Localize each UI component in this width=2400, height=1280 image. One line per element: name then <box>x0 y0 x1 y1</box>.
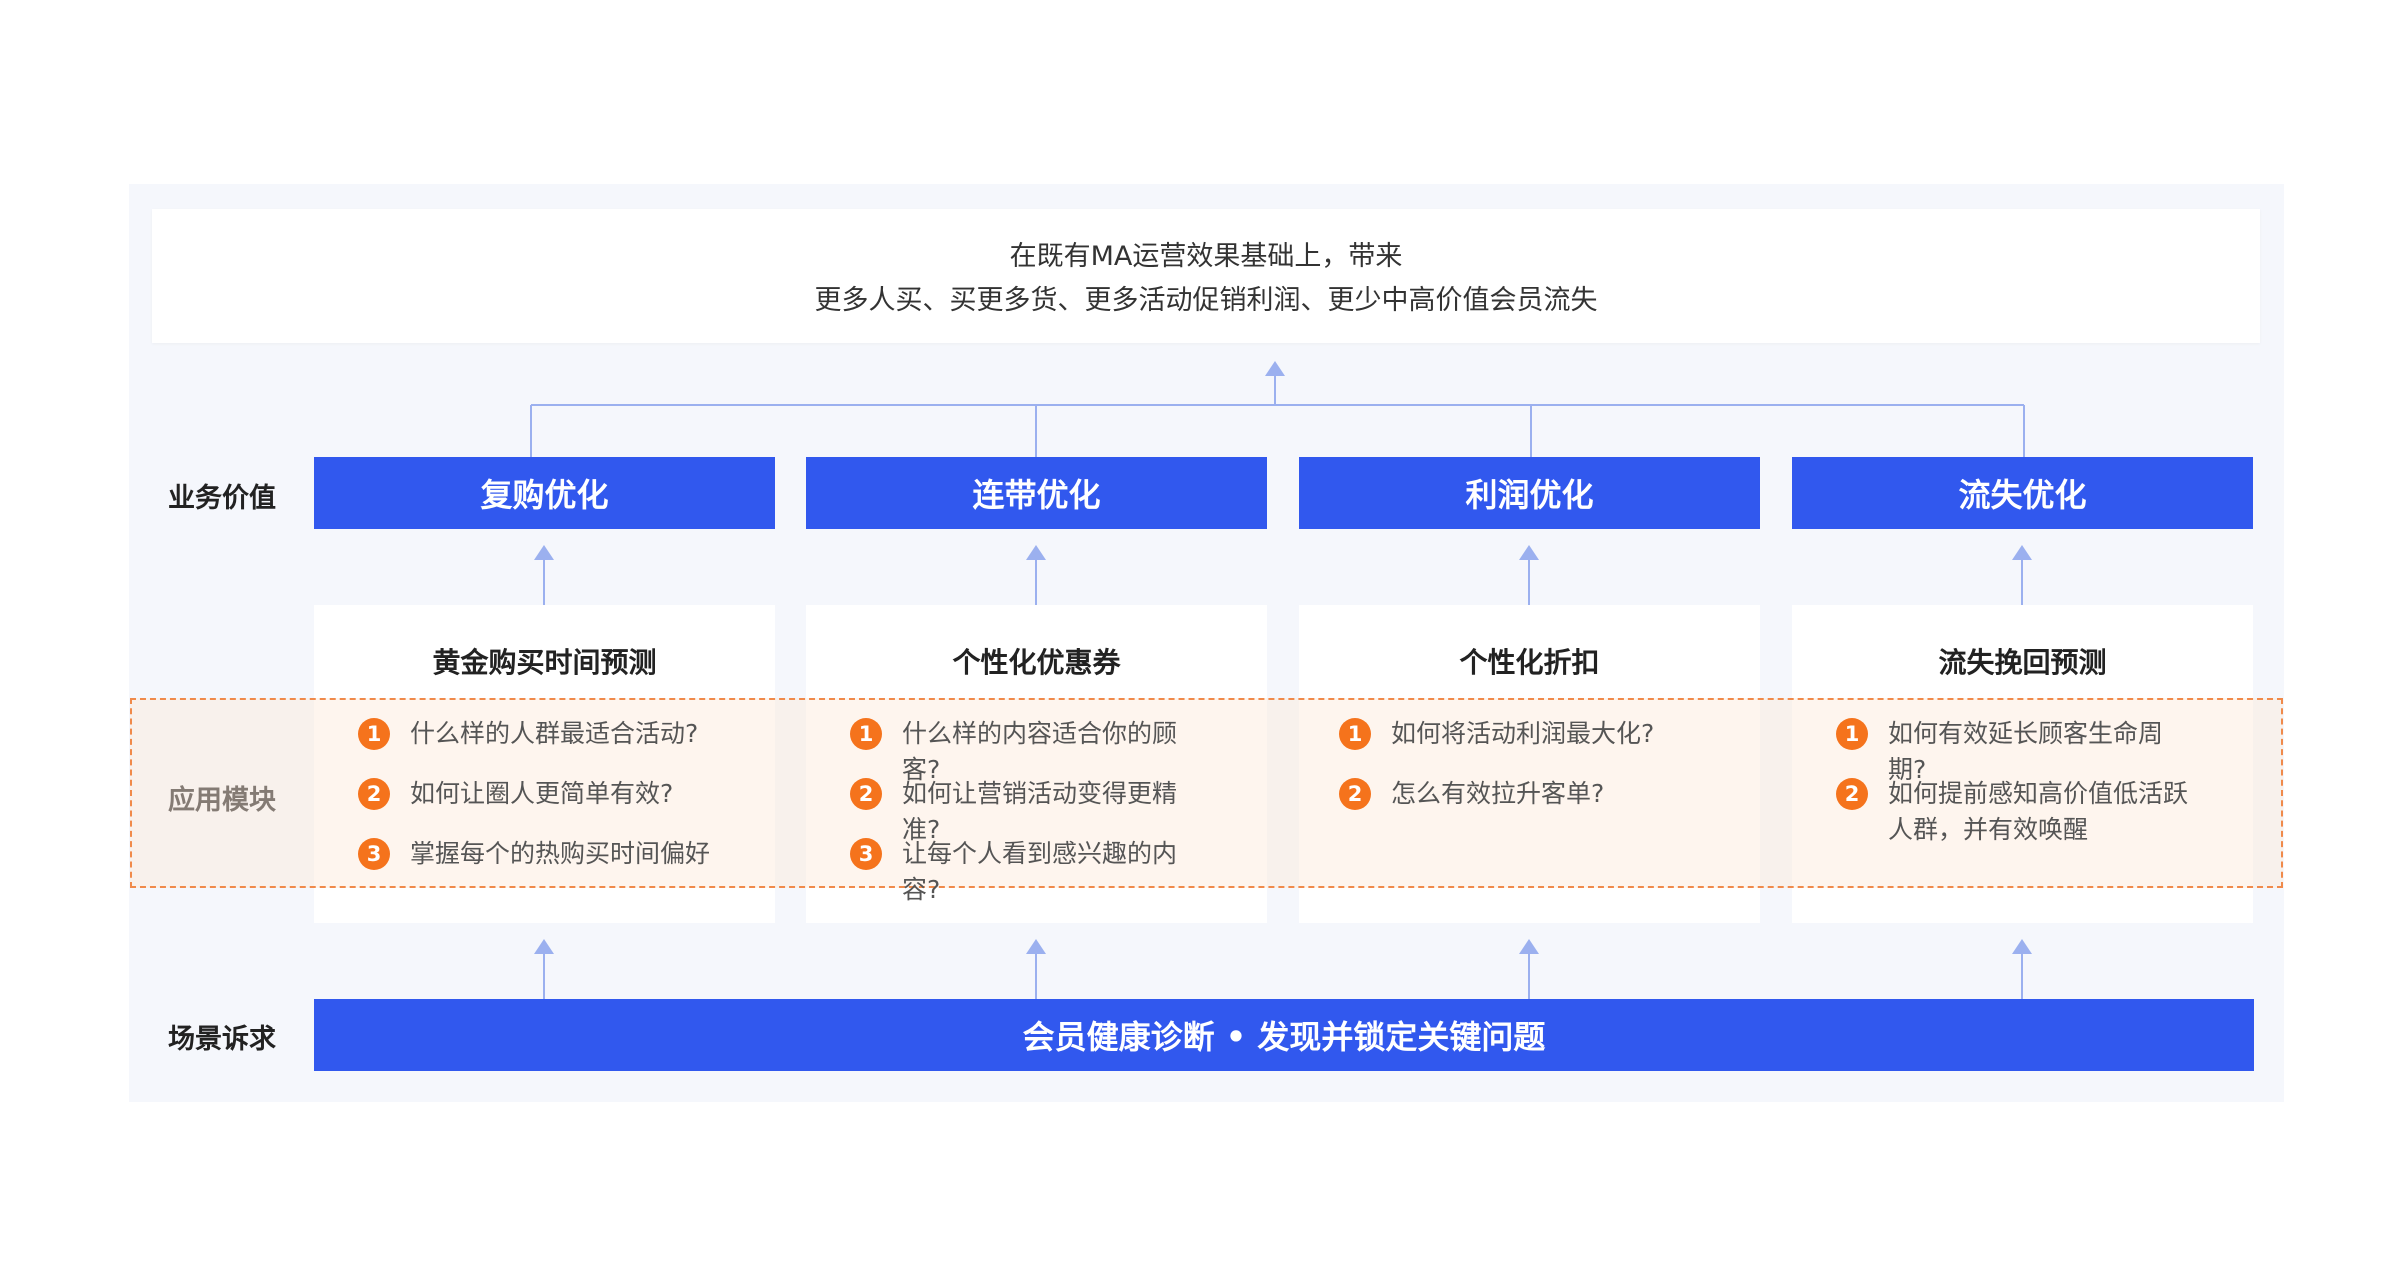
list-item: 1 什么样的人群最适合活动? <box>358 716 698 752</box>
module-title: 流失挽回预测 <box>1938 646 2107 679</box>
item-text: 怎么有效拉升客单? <box>1391 779 1605 808</box>
number-badge: 2 <box>1836 778 1868 810</box>
number-badge: 1 <box>1836 718 1868 750</box>
number-badge: 2 <box>358 778 390 810</box>
item-text: 让每个人看到感兴趣的内容? <box>902 839 1178 904</box>
item-text: 如何让圈人更简单有效? <box>410 779 674 808</box>
number-badge: 2 <box>1339 778 1371 810</box>
value-box-bundle: 连带优化 <box>806 457 1267 529</box>
module-title: 个性化折扣 <box>1459 646 1600 679</box>
number-badge: 3 <box>358 838 390 870</box>
outcome-line-2: 更多人买、买更多货、更多活动促销利润、更少中高价值会员流失 <box>814 285 1598 316</box>
value-box-repurchase: 复购优化 <box>314 457 775 529</box>
outcome-line-1: 在既有MA运营效果基础上，带来 <box>1009 241 1403 272</box>
row-label-business-value: 业务价值 <box>168 483 276 514</box>
list-item: 2 如何提前感知高价值低活跃人群，并有效唤醒 <box>1836 776 2188 848</box>
value-box-profit: 利润优化 <box>1299 457 1760 529</box>
module-title: 黄金购买时间预测 <box>432 646 657 679</box>
item-text: 掌握每个的热购买时间偏好 <box>410 839 711 868</box>
number-badge: 1 <box>1339 718 1371 750</box>
list-item: 3 让每个人看到感兴趣的内容? <box>850 836 1202 908</box>
list-item: 1 如何将活动利润最大化? <box>1339 716 1654 752</box>
list-item: 2 怎么有效拉升客单? <box>1339 776 1604 812</box>
module-title: 个性化优惠券 <box>952 646 1121 679</box>
row-label-scenario: 场景诉求 <box>168 1024 276 1055</box>
number-badge: 1 <box>850 718 882 750</box>
list-item: 3 掌握每个的热购买时间偏好 <box>358 836 710 872</box>
number-badge: 1 <box>358 718 390 750</box>
number-badge: 2 <box>850 778 882 810</box>
number-badge: 3 <box>850 838 882 870</box>
list-item: 2 如何让圈人更简单有效? <box>358 776 673 812</box>
value-box-churn: 流失优化 <box>1792 457 2253 529</box>
scenario-bar: 会员健康诊断 • 发现并锁定关键问题 <box>314 999 2254 1071</box>
outcome-box: 在既有MA运营效果基础上，带来 更多人买、买更多货、更多活动促销利润、更少中高价… <box>152 209 2260 343</box>
item-text: 如何将活动利润最大化? <box>1391 719 1655 748</box>
item-text: 如何提前感知高价值低活跃人群，并有效唤醒 <box>1888 779 2189 844</box>
item-text: 什么样的人群最适合活动? <box>410 719 699 748</box>
